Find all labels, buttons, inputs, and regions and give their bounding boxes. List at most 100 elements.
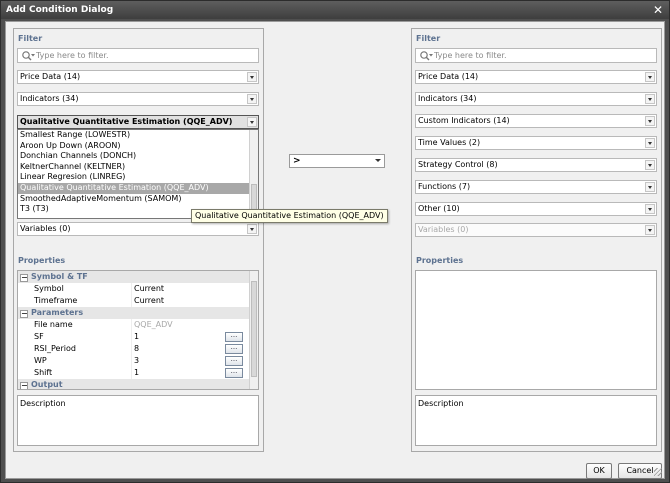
title-bar[interactable]: Add Condition Dialog: [1, 1, 669, 19]
chevron-down-icon[interactable]: [247, 94, 257, 104]
left-variables-combo[interactable]: Variables (0): [17, 222, 259, 236]
category-symbol-tf[interactable]: − Symbol & TF: [18, 271, 258, 283]
right-strategy-control-combo[interactable]: Strategy Control (8): [415, 158, 657, 172]
close-icon[interactable]: ✕: [651, 1, 665, 19]
column-divider: [131, 331, 132, 343]
right-properties-grid[interactable]: [415, 270, 657, 390]
property-row[interactable]: Symbol Current: [18, 283, 258, 295]
left-filter-field[interactable]: [17, 48, 259, 63]
properties-grid[interactable]: − Symbol & TF Symbol Current Timeframe Cu…: [17, 270, 259, 390]
list-item[interactable]: Linear Regresion (LINREG): [18, 172, 258, 183]
indicator-dropdown-list[interactable]: Smallest Range (LOWESTR) Aroon Up Down (…: [17, 129, 259, 219]
property-value[interactable]: 8: [134, 343, 139, 355]
right-indicators-combo[interactable]: Indicators (34): [415, 92, 657, 106]
combo-label: Price Data (14): [418, 72, 479, 81]
category-parameters[interactable]: − Parameters: [18, 307, 258, 319]
left-properties-label: Properties: [18, 256, 66, 265]
window-title: Add Condition Dialog: [6, 5, 114, 15]
collapse-icon[interactable]: −: [20, 274, 28, 282]
description-label: Description: [20, 399, 66, 408]
property-name: SF: [34, 332, 44, 341]
combo-label: Functions (7): [418, 182, 471, 191]
property-value[interactable]: Current: [134, 295, 164, 307]
category-label: Parameters: [31, 308, 84, 317]
list-item[interactable]: KeltnerChannel (KELTNER): [18, 162, 258, 173]
right-filter-input[interactable]: [434, 50, 634, 61]
combo-label: Variables (0): [20, 224, 71, 233]
right-other-combo[interactable]: Other (10): [415, 202, 657, 216]
property-row[interactable]: SF 1 ...: [18, 331, 258, 343]
list-item[interactable]: SmoothedAdaptiveMomentum (SAMOM): [18, 194, 258, 205]
property-value[interactable]: 3: [134, 355, 139, 367]
right-functions-combo[interactable]: Functions (7): [415, 180, 657, 194]
property-row[interactable]: Timeframe Current: [18, 295, 258, 307]
property-name: RSI_Period: [34, 344, 76, 353]
collapse-icon[interactable]: −: [20, 310, 28, 318]
chevron-down-icon[interactable]: [374, 157, 382, 165]
chevron-down-icon[interactable]: [645, 72, 655, 82]
operator-combo[interactable]: >: [289, 154, 385, 168]
left-indicators-combo[interactable]: Indicators (34): [17, 92, 259, 106]
property-value[interactable]: Current: [134, 283, 164, 295]
item-tooltip: Qualitative Quantitative Estimation (QQE…: [191, 209, 388, 223]
right-properties-label: Properties: [416, 256, 464, 265]
column-divider: [131, 295, 132, 307]
combo-label: Indicators (34): [418, 94, 477, 103]
chevron-down-icon[interactable]: [645, 116, 655, 126]
combo-label: Other (10): [418, 204, 460, 213]
chevron-down-icon[interactable]: [645, 204, 655, 214]
ellipsis-button[interactable]: ...: [225, 344, 243, 354]
category-label: Symbol & TF: [31, 272, 88, 281]
scrollbar-thumb[interactable]: [251, 184, 257, 210]
combo-label: Time Values (2): [418, 138, 481, 147]
right-time-values-combo[interactable]: Time Values (2): [415, 136, 657, 150]
right-filter-label: Filter: [416, 34, 441, 43]
property-name: Shift: [34, 368, 53, 377]
list-item-selected[interactable]: Qualitative Quantitative Estimation (QQE…: [18, 182, 258, 194]
chevron-down-icon[interactable]: [645, 138, 655, 148]
chevron-down-icon[interactable]: [645, 182, 655, 192]
search-icon: [420, 51, 433, 61]
chevron-down-icon[interactable]: [247, 224, 257, 234]
property-value[interactable]: 1: [134, 331, 139, 343]
ellipsis-button[interactable]: ...: [225, 368, 243, 378]
chevron-down-icon[interactable]: [247, 117, 257, 127]
property-row[interactable]: File name QQE_ADV: [18, 319, 258, 331]
chevron-down-icon[interactable]: [645, 160, 655, 170]
properties-scrollbar[interactable]: [249, 271, 258, 389]
dropdown-scrollbar[interactable]: [249, 130, 258, 218]
left-selected-indicator-combo[interactable]: Qualitative Quantitative Estimation (QQE…: [17, 115, 259, 129]
list-item[interactable]: Donchian Channels (DONCH): [18, 151, 258, 162]
list-item[interactable]: Smallest Range (LOWESTR): [18, 130, 258, 141]
chevron-down-icon[interactable]: [247, 72, 257, 82]
property-row[interactable]: Shift 1 ...: [18, 367, 258, 379]
column-divider: [131, 355, 132, 367]
property-value[interactable]: 1: [134, 367, 139, 379]
list-item[interactable]: Aroon Up Down (AROON): [18, 141, 258, 152]
column-divider: [131, 283, 132, 295]
property-name: Timeframe: [34, 296, 78, 305]
ok-button[interactable]: OK: [586, 463, 612, 479]
search-icon: [22, 51, 35, 61]
chevron-down-icon[interactable]: [645, 94, 655, 104]
dialog-client: Filter Price Data (14) Indicators (34) Q…: [5, 21, 665, 479]
scrollbar-thumb[interactable]: [251, 281, 257, 377]
operator-value: >: [293, 156, 301, 166]
right-price-data-combo[interactable]: Price Data (14): [415, 70, 657, 84]
collapse-icon[interactable]: −: [20, 382, 28, 389]
combo-label: Price Data (14): [20, 72, 81, 81]
ellipsis-button[interactable]: ...: [225, 332, 243, 342]
property-row[interactable]: RSI_Period 8 ...: [18, 343, 258, 355]
ellipsis-button[interactable]: ...: [225, 356, 243, 366]
combo-label: Strategy Control (8): [418, 160, 498, 169]
resize-grip-icon[interactable]: [654, 468, 662, 476]
column-divider: [131, 343, 132, 355]
property-row[interactable]: WP 3 ...: [18, 355, 258, 367]
right-filter-field[interactable]: [415, 48, 657, 63]
left-filter-input[interactable]: [36, 50, 236, 61]
left-price-data-combo[interactable]: Price Data (14): [17, 70, 259, 84]
right-custom-indicators-combo[interactable]: Custom Indicators (14): [415, 114, 657, 128]
category-output[interactable]: − Output: [18, 379, 258, 389]
column-divider: [131, 367, 132, 379]
column-divider: [131, 319, 132, 331]
